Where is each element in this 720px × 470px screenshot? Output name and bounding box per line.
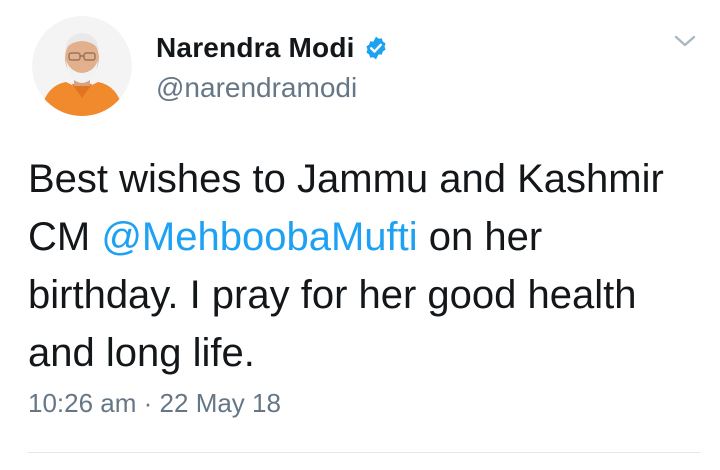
verified-badge-icon bbox=[363, 35, 389, 61]
divider bbox=[28, 452, 700, 453]
profile-photo-icon bbox=[32, 16, 132, 116]
tweet-card: Narendra Modi @narendramodi Best wishes … bbox=[0, 0, 720, 470]
avatar[interactable] bbox=[32, 16, 132, 116]
tweet-text: Best wishes to Jammu and Kashmir CM @Meh… bbox=[28, 150, 698, 382]
tweet-timestamp[interactable]: 10:26 am · 22 May 18 bbox=[28, 388, 281, 419]
name-row: Narendra Modi bbox=[156, 30, 389, 66]
timestamp-separator: · bbox=[143, 388, 153, 418]
tweet-time: 10:26 am bbox=[28, 388, 137, 418]
tweet-date: 22 May 18 bbox=[159, 388, 281, 418]
user-handle[interactable]: @narendramodi bbox=[156, 72, 389, 104]
tweet-header: Narendra Modi @narendramodi bbox=[156, 30, 389, 104]
chevron-down-icon[interactable] bbox=[672, 30, 698, 52]
mention-link[interactable]: @MehboobaMufti bbox=[101, 215, 417, 259]
display-name[interactable]: Narendra Modi bbox=[156, 32, 355, 64]
